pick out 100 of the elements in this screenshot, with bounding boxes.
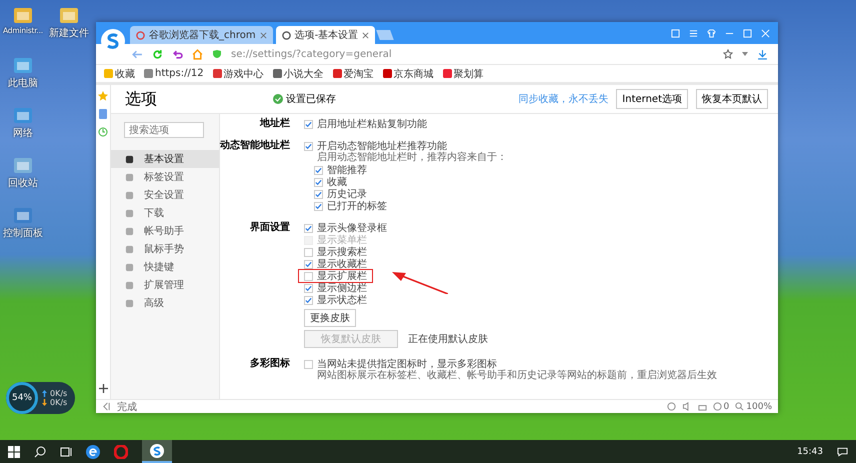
nav-item[interactable]: 扩展管理 [111, 276, 219, 294]
browser-tab[interactable]: 谷歌浏览器下载_chrom [130, 26, 273, 44]
clock-icon[interactable] [98, 127, 108, 137]
skin-button[interactable]: 更换皮肤 [304, 309, 356, 327]
section-label: 动态智能地址栏 [220, 140, 291, 153]
checkbox-label: 显示扩展栏 [317, 270, 367, 282]
checkbox-label: 智能推荐 [327, 164, 367, 176]
checkbox-label: 历史记录 [327, 188, 367, 200]
save-status: 设置已保存 [273, 92, 413, 106]
search-icon[interactable] [34, 446, 46, 458]
checkbox-label: 显示侧边栏 [317, 282, 367, 294]
back-icon[interactable] [132, 48, 143, 60]
browser-logo-icon [150, 444, 164, 458]
checkbox[interactable] [304, 120, 313, 128]
notification-icon[interactable] [837, 446, 848, 456]
checkbox[interactable] [304, 248, 313, 256]
checkbox[interactable] [304, 260, 313, 268]
checkbox-label: 启用地址栏粘贴复制功能 [317, 118, 427, 131]
window-mode-icon[interactable] [671, 28, 680, 38]
nav-item[interactable]: 帐号助手 [111, 222, 219, 240]
search-field[interactable]: 搜索选项 [124, 122, 204, 138]
zoom-level[interactable]: 100% [735, 402, 772, 412]
nav-item[interactable]: 基本设置 [111, 150, 219, 168]
nav-item[interactable]: 高级 [111, 294, 219, 312]
desktop-icon-label: 新建文件 [49, 26, 89, 40]
memory-gauge: 54% [6, 382, 38, 414]
checkbox-label: 开启动态智能地址栏推荐功能 [317, 140, 447, 152]
checkbox-label: 已打开的标签 [327, 200, 387, 213]
status-text: 完成 [117, 400, 137, 414]
maximize-icon[interactable] [743, 28, 752, 38]
checkbox[interactable] [304, 360, 313, 368]
undo-icon[interactable] [172, 48, 183, 60]
browser-tab[interactable]: 选项-基本设置 [276, 26, 376, 44]
checkbox[interactable] [304, 296, 313, 304]
task-view-icon[interactable] [60, 446, 72, 458]
bookmark-icon [104, 69, 113, 78]
star-icon[interactable] [723, 49, 733, 59]
nav-item[interactable]: 鼠标手势 [111, 240, 219, 258]
checkbox[interactable] [304, 224, 313, 232]
star-icon[interactable] [98, 91, 108, 101]
nav-item[interactable]: 安全设置 [111, 186, 219, 204]
bookmark-item[interactable]: https://12 [144, 68, 204, 79]
checkbox[interactable] [314, 202, 323, 210]
reload-icon[interactable] [152, 48, 163, 60]
opera-browser-icon[interactable] [114, 444, 128, 458]
download-icon[interactable] [757, 48, 768, 60]
menu-icon[interactable] [689, 28, 698, 38]
taskbar-clock[interactable]: 15:43 [797, 446, 823, 456]
download-arrow-icon [42, 399, 47, 406]
bookmark-item[interactable]: 聚划算 [442, 66, 484, 80]
bookmark-icon [332, 69, 342, 78]
header-button[interactable]: Internet选项 [616, 89, 688, 109]
checkbox-label: 显示搜索栏 [317, 246, 367, 258]
desktop-icon-label: 回收站 [8, 176, 38, 190]
checkbox-label: 收藏 [327, 176, 347, 188]
blocked-count[interactable]: 0 [712, 402, 730, 412]
page-title: 选项 [125, 88, 158, 110]
bookmark-item[interactable]: 京东商城 [382, 66, 434, 80]
checkbox[interactable] [304, 284, 313, 292]
nav-item[interactable]: 下载 [111, 204, 219, 222]
close-icon[interactable] [260, 32, 267, 38]
download-speed: 0K/s [50, 398, 68, 407]
checkbox-label: 显示头像登录框 [317, 222, 387, 234]
bookmark-icon [442, 69, 452, 78]
sidebar-toggle-icon[interactable] [102, 402, 111, 411]
edge-browser-icon[interactable] [86, 444, 100, 458]
bookmark-item[interactable]: 爱淘宝 [332, 66, 374, 80]
upload-speed: 0K/s [50, 389, 68, 398]
address-field[interactable]: se://settings/?category=general [231, 48, 714, 60]
section-label: 地址栏 [258, 118, 291, 130]
close-icon[interactable] [362, 32, 370, 38]
windows-start-icon[interactable] [8, 446, 20, 458]
checkbox[interactable] [314, 178, 323, 186]
bookmark-item[interactable]: 游戏中心 [212, 66, 264, 80]
section-label: 多彩图标 [249, 358, 291, 371]
checkbox[interactable] [314, 190, 323, 198]
checkbox-label: 显示状态栏 [317, 294, 367, 307]
upload-arrow-icon [42, 390, 47, 397]
checkbox[interactable] [304, 272, 313, 280]
caret-icon[interactable] [742, 52, 748, 56]
add-icon[interactable] [98, 384, 108, 393]
nav-item[interactable]: 快捷键 [111, 258, 219, 276]
annotation-arrow [392, 272, 448, 294]
header-button[interactable]: 恢复本页默认 [696, 89, 768, 109]
checkbox[interactable] [304, 142, 313, 150]
bookmark-icon [272, 69, 282, 78]
network-speed-widget[interactable]: 54% 0K/s 0K/s [6, 382, 76, 414]
desktop-icon-label: 此电脑 [8, 76, 38, 90]
zoom-icon [735, 402, 744, 411]
home-icon[interactable] [192, 48, 203, 60]
skin-status-text: 正在使用默认皮肤 [408, 332, 488, 346]
nav-item[interactable]: 标签设置 [111, 168, 219, 186]
bookmark-icon [212, 69, 222, 78]
checkbox[interactable] [314, 166, 323, 174]
sogou-browser-taskbar-button[interactable] [142, 440, 172, 463]
bookmark-item[interactable]: 收藏 [104, 66, 135, 80]
new-tab-button[interactable] [376, 30, 394, 40]
shirt-icon[interactable] [707, 28, 716, 38]
bookmark-item[interactable]: 小说大全 [272, 66, 324, 80]
checkbox-label: 显示菜单栏 [317, 234, 367, 246]
